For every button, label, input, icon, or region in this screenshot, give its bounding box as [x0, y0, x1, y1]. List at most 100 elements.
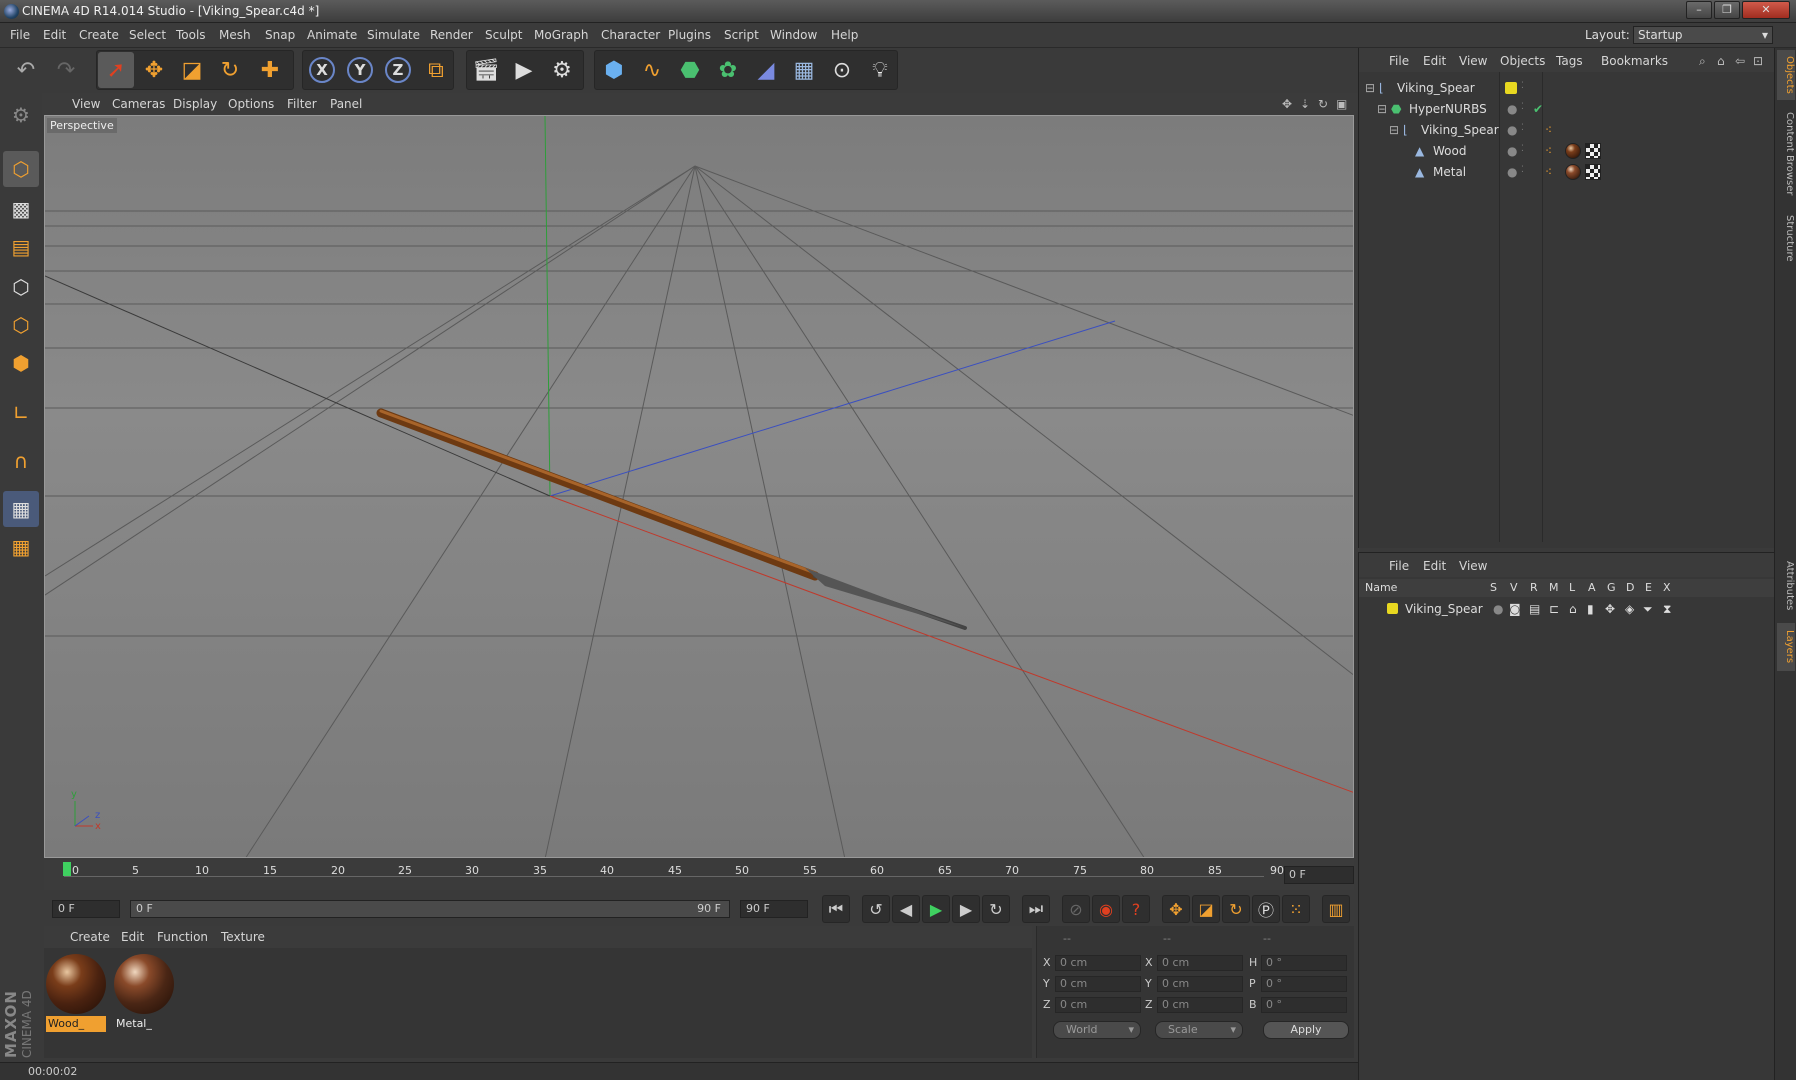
object-row-wood[interactable]: ▲ Wood ● ⁚ ⁖ [1359, 141, 1775, 162]
add-deformer-button[interactable]: ◢ [748, 52, 784, 88]
menu-tools[interactable]: Tools [176, 28, 206, 42]
home-icon[interactable]: ⌂ [1717, 54, 1725, 68]
render-settings-button[interactable]: ⚙︎ [544, 52, 580, 88]
material-menu-edit[interactable]: Edit [121, 930, 144, 944]
coordinate-system-button[interactable]: ⧉ [418, 52, 454, 88]
rotation-h-field[interactable]: 0 ° [1261, 955, 1347, 971]
object-menu-file[interactable]: File [1389, 54, 1409, 68]
timeline-window-button[interactable]: ▥ [1322, 895, 1350, 923]
add-nurbs-button[interactable]: ⬣ [672, 52, 708, 88]
tag-icon[interactable]: ⁖ [1545, 123, 1552, 137]
recent-tool-button[interactable]: ✚ [252, 52, 288, 88]
xref-icon[interactable]: ⧗ [1663, 602, 1671, 617]
object-row-viking-spear-child[interactable]: ⊟ ⌊ Viking_Spear ● ⁚ ⁖ [1359, 120, 1775, 141]
position-y-field[interactable]: 0 cm [1055, 976, 1141, 992]
visibility-dots-icon[interactable]: ⁚ [1521, 81, 1524, 91]
layer-menu-file[interactable]: File [1389, 559, 1409, 573]
visibility-dots-icon[interactable]: ⁚ [1521, 102, 1524, 112]
tab-structure[interactable]: Structure [1777, 208, 1795, 268]
animation-icon[interactable]: ▮ [1587, 602, 1594, 616]
workplane-mode-button[interactable]: ▤ [3, 229, 39, 265]
add-camera-button[interactable]: ⊙ [824, 52, 860, 88]
menu-mograph[interactable]: MoGraph [534, 28, 589, 42]
layer-row-viking-spear[interactable]: Viking_Spear ● ◙ ▤ ⊏ ⌂ ▮ ✥ ◈ ⏷ ⧗ [1359, 599, 1775, 620]
material-menu-create[interactable]: Create [70, 930, 110, 944]
position-x-field[interactable]: 0 cm [1055, 955, 1141, 971]
viewport-menu-options[interactable]: Options [228, 97, 274, 111]
layer-color-swatch[interactable] [1505, 82, 1517, 94]
autokey-button[interactable]: ◉ [1092, 895, 1120, 923]
end-frame-field[interactable]: 90 F [740, 900, 808, 918]
rotate-tool-button[interactable]: ↻ [212, 52, 248, 88]
make-editable-button[interactable]: ⚙ [3, 97, 39, 133]
size-y-field[interactable]: 0 cm [1157, 976, 1243, 992]
material-swatch-metal[interactable]: Metal_ [114, 954, 174, 1032]
previous-frame-button[interactable]: ◀ [892, 895, 920, 923]
position-key-button[interactable]: ✥ [1162, 895, 1190, 923]
polygons-mode-button[interactable]: ⬢ [3, 345, 39, 381]
axis-mode-button[interactable]: ∟ [3, 395, 39, 431]
menu-window[interactable]: Window [770, 28, 817, 42]
menu-edit[interactable]: Edit [43, 28, 66, 42]
layer-menu-view[interactable]: View [1459, 559, 1487, 573]
points-mode-button[interactable]: ⬡ [3, 269, 39, 305]
viewport-menu-display[interactable]: Display [173, 97, 217, 111]
live-selection-button[interactable]: ➚ [98, 52, 134, 88]
viking-spear-model[interactable] [376, 408, 967, 630]
tab-objects[interactable]: Objects [1777, 50, 1795, 100]
viewport-zoom-icon[interactable]: ⇣ [1300, 97, 1310, 111]
layer-menu-edit[interactable]: Edit [1423, 559, 1446, 573]
y-axis-lock-button[interactable]: Y [342, 52, 378, 88]
model-mode-button[interactable]: ⬡ [3, 151, 39, 187]
add-light-button[interactable]: 💡︎ [862, 52, 898, 88]
menu-script[interactable]: Script [724, 28, 759, 42]
viewport-menu-view[interactable]: View [72, 97, 100, 111]
add-floor-button[interactable]: ▦ [786, 52, 822, 88]
tab-layers[interactable]: Layers [1777, 623, 1795, 671]
menu-select[interactable]: Select [129, 28, 166, 42]
planar-workplane-button[interactable]: ▦ [3, 529, 39, 565]
menu-sculpt[interactable]: Sculpt [485, 28, 522, 42]
undo-button[interactable]: ↶ [8, 52, 44, 88]
snap-button[interactable]: ∩ [3, 443, 39, 479]
menu-character[interactable]: Character [601, 28, 660, 42]
object-row-hypernurbs[interactable]: ⊟ ⬣ HyperNURBS ● ⁚ ✔ [1359, 99, 1775, 120]
layout-select[interactable]: Startup ▾ [1633, 26, 1773, 44]
viewport-menu-panel[interactable]: Panel [330, 97, 362, 111]
move-tool-button[interactable]: ✥ [136, 52, 172, 88]
visibility-dots-icon[interactable]: ⁚ [1521, 123, 1524, 133]
texture-mode-button[interactable]: ▩ [3, 191, 39, 227]
frame-range-slider[interactable]: 0 F 90 F [130, 900, 730, 918]
object-menu-objects[interactable]: Objects [1500, 54, 1545, 68]
generator-icon[interactable]: ✥ [1605, 602, 1615, 616]
play-button[interactable]: ▶ [922, 895, 950, 923]
menu-file[interactable]: File [10, 28, 30, 42]
menu-simulate[interactable]: Simulate [367, 28, 420, 42]
size-mode-select[interactable]: Scale ▾ [1155, 1021, 1243, 1039]
scale-tool-button[interactable]: ◪ [174, 52, 210, 88]
collapse-icon[interactable]: ⊟ [1389, 123, 1399, 137]
go-to-end-button[interactable]: ⏭ [1022, 895, 1050, 923]
add-array-button[interactable]: ✿ [710, 52, 746, 88]
render-view-button[interactable]: 🎬︎ [468, 52, 504, 88]
close-button[interactable]: ✕ [1742, 1, 1790, 19]
visibility-dots-icon[interactable]: ⁚ [1521, 165, 1524, 175]
menu-help[interactable]: Help [831, 28, 858, 42]
solo-toggle-icon[interactable]: ● [1493, 602, 1503, 616]
phong-tag-icon[interactable]: ⁖ [1545, 144, 1552, 158]
record-keys-button[interactable]: ⊘ [1062, 895, 1090, 923]
go-to-start-button[interactable]: ⏮ [822, 895, 850, 923]
material-swatch-wood[interactable]: Wood_ [46, 954, 106, 1032]
material-tag-icon[interactable] [1565, 164, 1581, 180]
object-menu-view[interactable]: View [1459, 54, 1487, 68]
tab-content-browser[interactable]: Content Browser [1777, 104, 1795, 204]
viewport-scene[interactable] [45, 116, 1354, 858]
start-frame-field[interactable]: 0 F [52, 900, 120, 918]
next-key-button[interactable]: ↻ [982, 895, 1010, 923]
arrow-icon[interactable]: ⇦ [1735, 54, 1745, 68]
parameter-key-button[interactable]: Ⓟ [1252, 895, 1280, 923]
x-axis-lock-button[interactable]: X [304, 52, 340, 88]
new-window-icon[interactable]: ⊡ [1753, 54, 1763, 68]
menu-snap[interactable]: Snap [265, 28, 295, 42]
perspective-viewport[interactable]: Perspective y z x [44, 115, 1354, 858]
